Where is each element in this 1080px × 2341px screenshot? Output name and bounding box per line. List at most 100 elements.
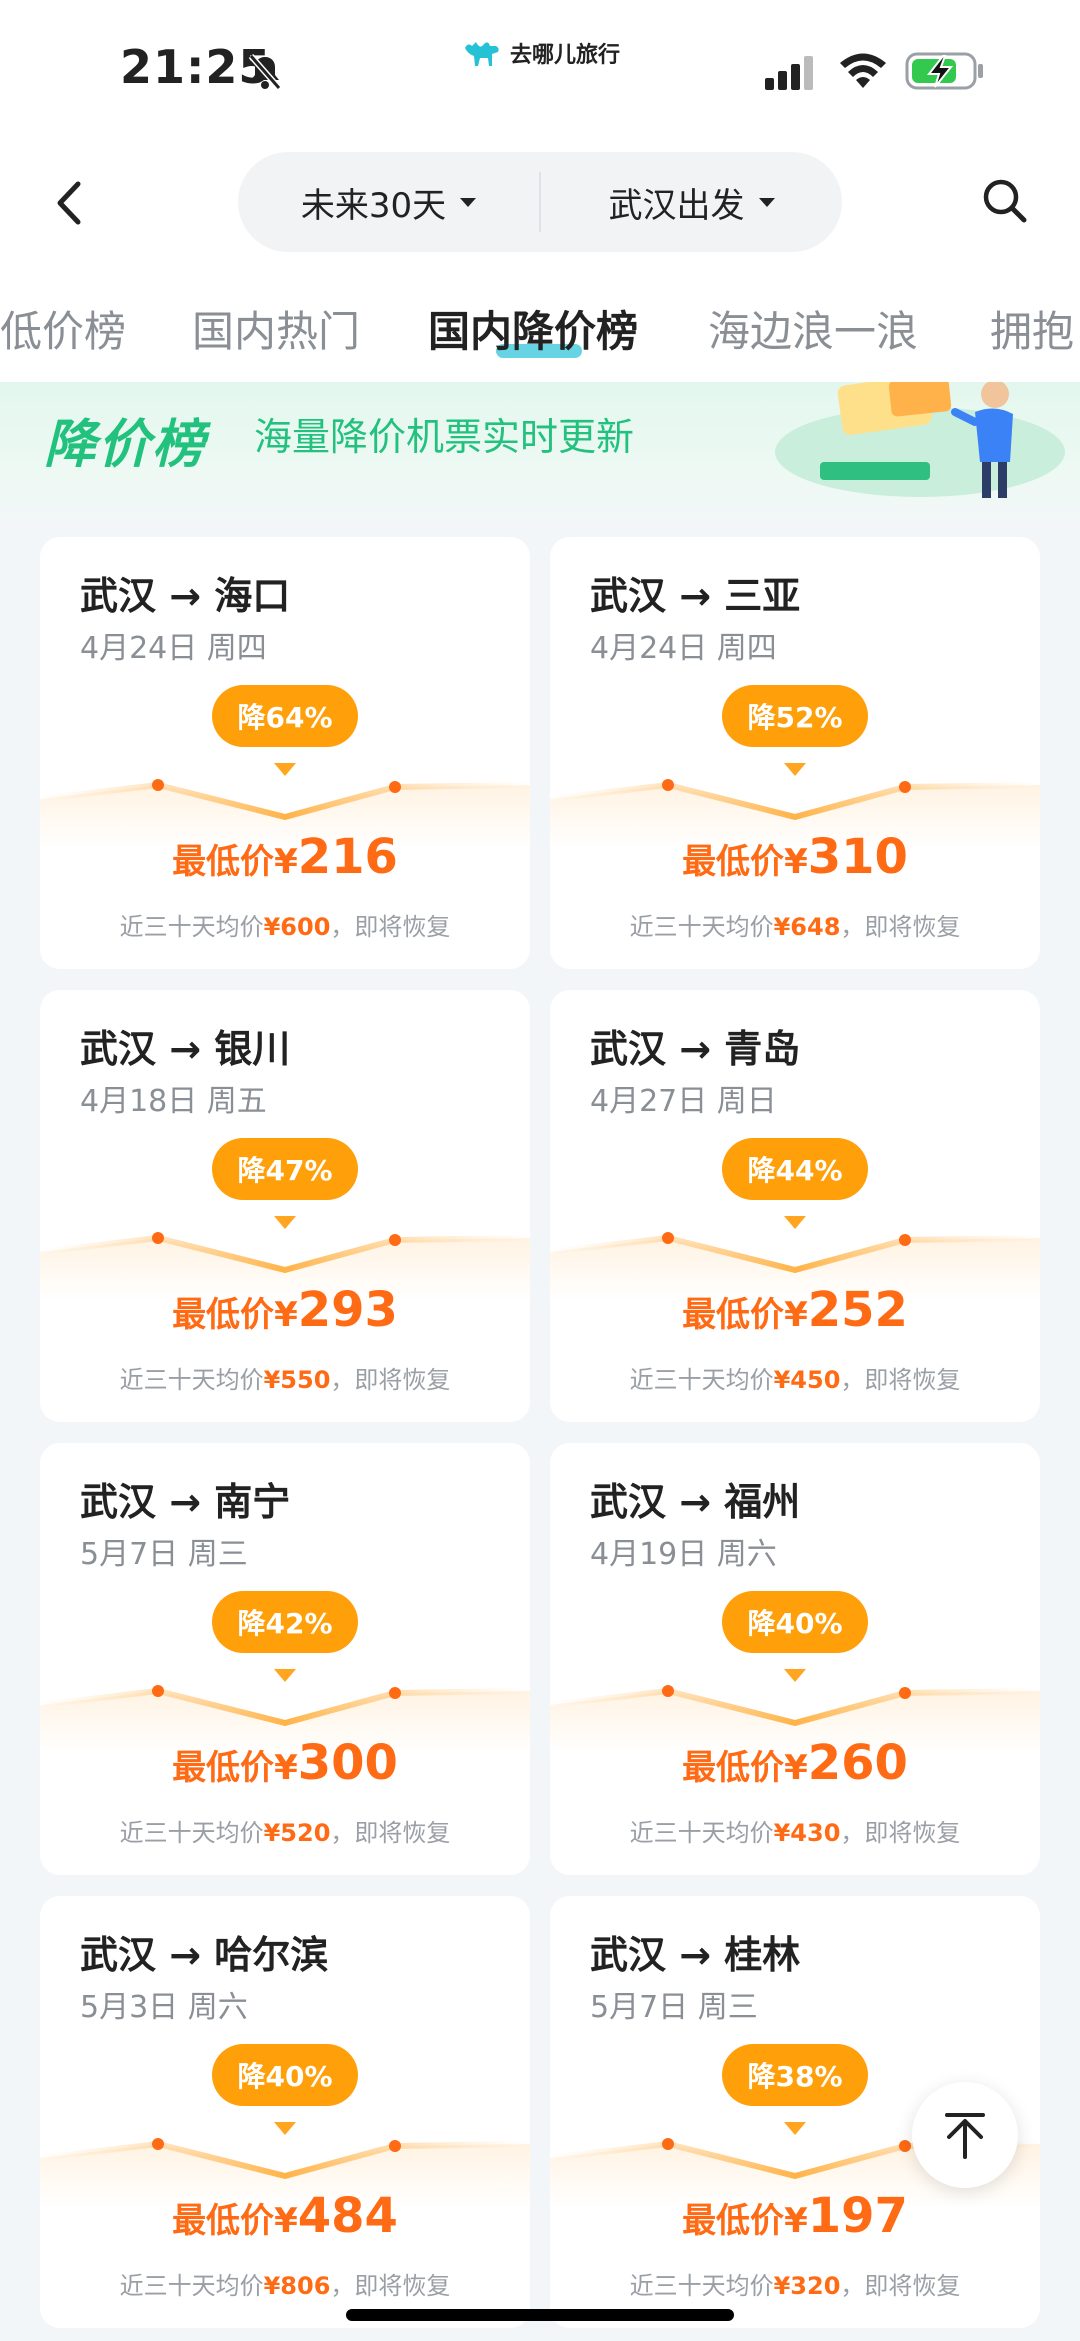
- departure-dropdown[interactable]: 武汉出发: [541, 152, 842, 252]
- back-to-top-button[interactable]: [912, 2082, 1018, 2188]
- trend-point: [662, 779, 674, 791]
- avg-prefix: 近三十天均价: [629, 1819, 774, 1847]
- avg-currency: ¥: [263, 1366, 281, 1394]
- discount-badge: 降40%: [212, 2044, 358, 2106]
- price-value: 484: [297, 2188, 398, 2244]
- back-arrow-icon[interactable]: [50, 178, 90, 228]
- avg-prefix: 近三十天均价: [119, 2272, 264, 2300]
- avg-prefix: 近三十天均价: [629, 913, 774, 941]
- avg-price-value: 450: [790, 1366, 841, 1394]
- home-indicator: [346, 2309, 734, 2321]
- date-range-label: 未来30天: [300, 185, 447, 226]
- back-to-top-icon: [945, 2113, 985, 2159]
- avg-prefix: 近三十天均价: [629, 1366, 774, 1394]
- deal-route: 武汉 → 三亚: [590, 574, 801, 618]
- deal-date: 4月18日 周五: [80, 1084, 267, 1119]
- lowest-price-label: 最低价: [682, 1295, 785, 1335]
- trend-point: [662, 1232, 674, 1244]
- avg-suffix: ，即将恢复: [840, 2272, 961, 2300]
- avg-price-value: 648: [790, 913, 841, 941]
- avg-prefix: 近三十天均价: [119, 1366, 264, 1394]
- avg-currency: ¥: [773, 2272, 791, 2300]
- average-price-note: 近三十天均价¥648，即将恢复: [550, 907, 1040, 942]
- tab-seaside[interactable]: 海边浪一浪: [708, 298, 918, 359]
- lowest-price: 最低价¥293: [40, 1282, 530, 1338]
- price-value: 310: [807, 829, 908, 885]
- currency-symbol: ¥: [784, 1295, 808, 1335]
- lowest-price-label: 最低价: [172, 1295, 275, 1335]
- currency-symbol: ¥: [784, 2201, 808, 2241]
- category-tabs: 低价榜 国内热门 国内降价榜 海边浪一浪 拥抱: [0, 270, 1080, 382]
- avg-suffix: ，即将恢复: [330, 2272, 451, 2300]
- deal-date: 4月24日 周四: [80, 631, 267, 666]
- filter-segment: 未来30天 武汉出发: [238, 152, 842, 252]
- trend-point: [899, 2140, 911, 2152]
- trend-point: [899, 1234, 911, 1246]
- trend-point: [152, 1232, 164, 1244]
- deal-card[interactable]: 武汉 → 海口 4月24日 周四 降64% 最低价¥216 近三十天均价¥600，即将恢…: [40, 537, 530, 969]
- tab-domestic-drop[interactable]: 国内降价榜: [428, 298, 638, 359]
- deal-date: 4月24日 周四: [590, 631, 777, 666]
- header-bar: 未来30天 武汉出发: [0, 140, 1080, 270]
- lowest-price-label: 最低价: [172, 1748, 275, 1788]
- avg-prefix: 近三十天均价: [629, 2272, 774, 2300]
- trend-point: [899, 781, 911, 793]
- discount-badge: 降42%: [212, 1591, 358, 1653]
- date-range-dropdown[interactable]: 未来30天: [238, 152, 539, 252]
- discount-badge: 降47%: [212, 1138, 358, 1200]
- tab-embrace[interactable]: 拥抱: [990, 298, 1074, 359]
- tab-low-price[interactable]: 低价榜: [0, 298, 126, 359]
- avg-price-value: 806: [280, 2272, 331, 2300]
- deal-card[interactable]: 武汉 → 银川 4月18日 周五 降47% 最低价¥293 近三十天均价¥550，即将恢…: [40, 990, 530, 1422]
- deal-route: 武汉 → 福州: [590, 1480, 801, 1524]
- chevron-down-icon: [758, 197, 775, 207]
- deal-date: 4月27日 周日: [590, 1084, 777, 1119]
- deal-route: 武汉 → 青岛: [590, 1027, 801, 1071]
- currency-symbol: ¥: [784, 1748, 808, 1788]
- deal-route: 武汉 → 桂林: [590, 1933, 801, 1977]
- avg-currency: ¥: [263, 913, 281, 941]
- avg-currency: ¥: [263, 2272, 281, 2300]
- price-value: 197: [807, 2188, 908, 2244]
- drop-banner: 降价榜 海量降价机票实时更新: [0, 382, 1080, 532]
- search-icon[interactable]: [980, 176, 1030, 226]
- deal-card[interactable]: 武汉 → 南宁 5月7日 周三 降42% 最低价¥300 近三十天均价¥520，即将恢复: [40, 1443, 530, 1875]
- trend-point: [389, 781, 401, 793]
- deal-date: 4月19日 周六: [590, 1537, 777, 1572]
- deal-card[interactable]: 武汉 → 哈尔滨 5月3日 周六 降40% 最低价¥484 近三十天均价¥806，即将恢…: [40, 1896, 530, 2328]
- lowest-price-label: 最低价: [682, 2201, 785, 2241]
- camel-logo-icon: [465, 42, 499, 66]
- avg-price-value: 550: [280, 1366, 331, 1394]
- deal-card[interactable]: 武汉 → 青岛 4月27日 周日 降44% 最低价¥252 近三十天均价¥450，即将恢…: [550, 990, 1040, 1422]
- price-value: 252: [807, 1282, 908, 1338]
- status-bar: 21:25 去哪儿旅行: [0, 0, 1080, 140]
- price-value: 300: [297, 1735, 398, 1791]
- trend-point: [899, 1687, 911, 1699]
- deal-date: 5月7日 周三: [80, 1537, 248, 1572]
- trend-point: [389, 1687, 401, 1699]
- avg-price-value: 430: [790, 1819, 841, 1847]
- tab-domestic-hot[interactable]: 国内热门: [192, 298, 360, 359]
- avg-price-value: 520: [280, 1819, 331, 1847]
- lowest-price: 最低价¥252: [550, 1282, 1040, 1338]
- avg-price-value: 600: [280, 913, 331, 941]
- lowest-price-label: 最低价: [682, 1748, 785, 1788]
- avg-suffix: ，即将恢复: [330, 913, 451, 941]
- deal-card[interactable]: 武汉 → 福州 4月19日 周六 降40% 最低价¥260 近三十天均价¥430，即将恢…: [550, 1443, 1040, 1875]
- avg-currency: ¥: [773, 1819, 791, 1847]
- deal-card[interactable]: 武汉 → 三亚 4月24日 周四 降52% 最低价¥310 近三十天均价¥648，即将恢…: [550, 537, 1040, 969]
- banner-title: 降价榜: [44, 415, 207, 475]
- battery-charging-icon: [905, 52, 983, 90]
- deal-route: 武汉 → 银川: [80, 1027, 291, 1071]
- avg-currency: ¥: [773, 913, 791, 941]
- currency-symbol: ¥: [274, 1295, 298, 1335]
- avg-suffix: ，即将恢复: [840, 1819, 961, 1847]
- trend-point: [662, 2138, 674, 2150]
- lowest-price: 最低价¥310: [550, 829, 1040, 885]
- lowest-price: 最低价¥260: [550, 1735, 1040, 1791]
- average-price-note: 近三十天均价¥430，即将恢复: [550, 1813, 1040, 1848]
- banner-subtitle: 海量降价机票实时更新: [254, 415, 635, 459]
- currency-symbol: ¥: [274, 1748, 298, 1788]
- lowest-price: 最低价¥484: [40, 2188, 530, 2244]
- banner-illustration: [775, 382, 1065, 498]
